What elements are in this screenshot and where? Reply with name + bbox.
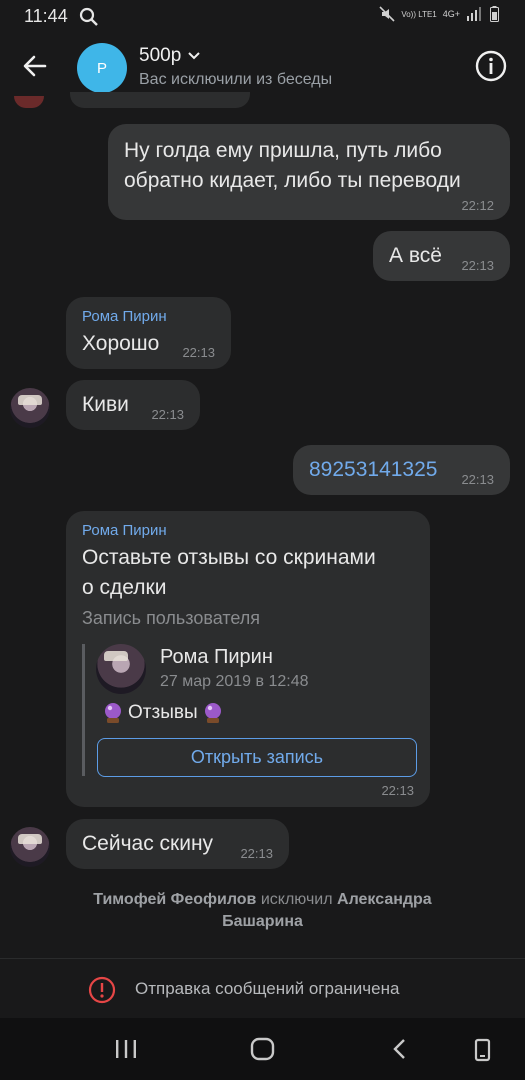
network-label: Vo)) LTE1 [401,9,437,19]
sender-name[interactable]: Рома Пирин [82,522,167,539]
battery-icon [490,6,499,22]
post-text: Отзывы [103,702,223,724]
search-icon [79,7,98,26]
message-bubble-incoming[interactable]: Рома Пирин Оставьте отзывы со скринами о… [66,511,430,807]
attachment-label: Запись пользователя [82,608,261,628]
service-target-line2[interactable]: Башарина [222,913,303,930]
network-type: 4G+ [442,9,460,19]
message-time: 22:13 [461,472,494,487]
chat-avatar[interactable]: P [77,43,127,93]
crystal-ball-icon [204,703,221,723]
status-time: 11:44 [24,6,68,26]
message-bubble-outgoing[interactable]: 89253141325 22:13 [293,445,510,495]
chevron-down-icon [188,52,200,60]
status-icons: Vo)) LTE1 4G+ [379,6,499,22]
message-text: Ну голда ему пришла, путь либо обратно к… [124,139,461,192]
message-time: 22:13 [182,345,215,360]
message-text: Сейчас скину [82,832,214,855]
chat-subtitle: Вас исключили из беседы [139,71,333,88]
service-message: Тимофей Феофилов исключил Александра Баш… [0,889,525,933]
avatar[interactable] [10,827,50,867]
alert-circle-icon [88,976,116,1004]
phone-rotate-icon[interactable] [474,1038,492,1062]
chat-title: 500р [139,45,182,66]
back-arrow-icon[interactable] [20,51,50,81]
post-author-avatar[interactable] [96,644,146,694]
sender-name[interactable]: Рома Пирин [82,308,167,325]
avatar[interactable] [10,388,50,428]
service-target[interactable]: Александра [337,891,432,908]
message-bubble-outgoing[interactable]: А всё 22:13 [373,231,510,281]
restriction-text: Отправка сообщений ограничена [135,979,400,998]
message-bubble-outgoing[interactable]: Ну голда ему пришла, путь либо обратно к… [108,124,510,220]
home-icon[interactable] [250,1037,276,1061]
signal-icon [467,7,481,21]
cropped-avatar [14,96,44,108]
recent-apps-icon[interactable] [114,1038,138,1060]
service-actor[interactable]: Тимофей Феофилов [93,891,256,908]
message-bubble-incoming[interactable]: Киви 22:13 [66,380,200,430]
info-icon[interactable] [475,50,507,82]
message-text: А всё [389,244,442,267]
message-time: 22:13 [381,783,414,798]
message-time: 22:13 [151,407,184,422]
post-author[interactable]: Рома Пирин [160,646,273,669]
post-date: 27 мар 2019 в 12:48 [160,673,309,690]
open-post-button[interactable]: Открыть запись [97,738,417,777]
message-bubble-incoming[interactable]: Рома Пирин Хорошо 22:13 [66,297,231,369]
message-text: Киви [82,393,129,416]
service-action: исключил [260,891,333,908]
message-text: Хорошо [82,332,160,355]
message-bubble-incoming[interactable]: Сейчас скину 22:13 [66,819,289,869]
wall-post-attachment[interactable]: Рома Пирин 27 мар 2019 в 12:48 Отзывы От… [82,644,419,777]
mute-icon [379,6,395,22]
phone-link[interactable]: 89253141325 [309,455,437,485]
system-nav-bar [0,1018,525,1080]
message-text: Оставьте отзывы со скринами о сделки [82,546,376,599]
crystal-ball-icon [105,703,121,723]
back-nav-icon[interactable] [391,1037,409,1061]
cropped-message-bubble [70,92,250,108]
message-time: 22:13 [461,258,494,273]
chat-title-button[interactable]: 500р [139,45,201,67]
message-time: 22:13 [240,846,273,861]
message-time: 22:12 [461,198,494,213]
status-bar: 11:44 Vo)) LTE1 4G+ [0,0,525,32]
restriction-bar: Отправка сообщений ограничена [0,958,525,1019]
